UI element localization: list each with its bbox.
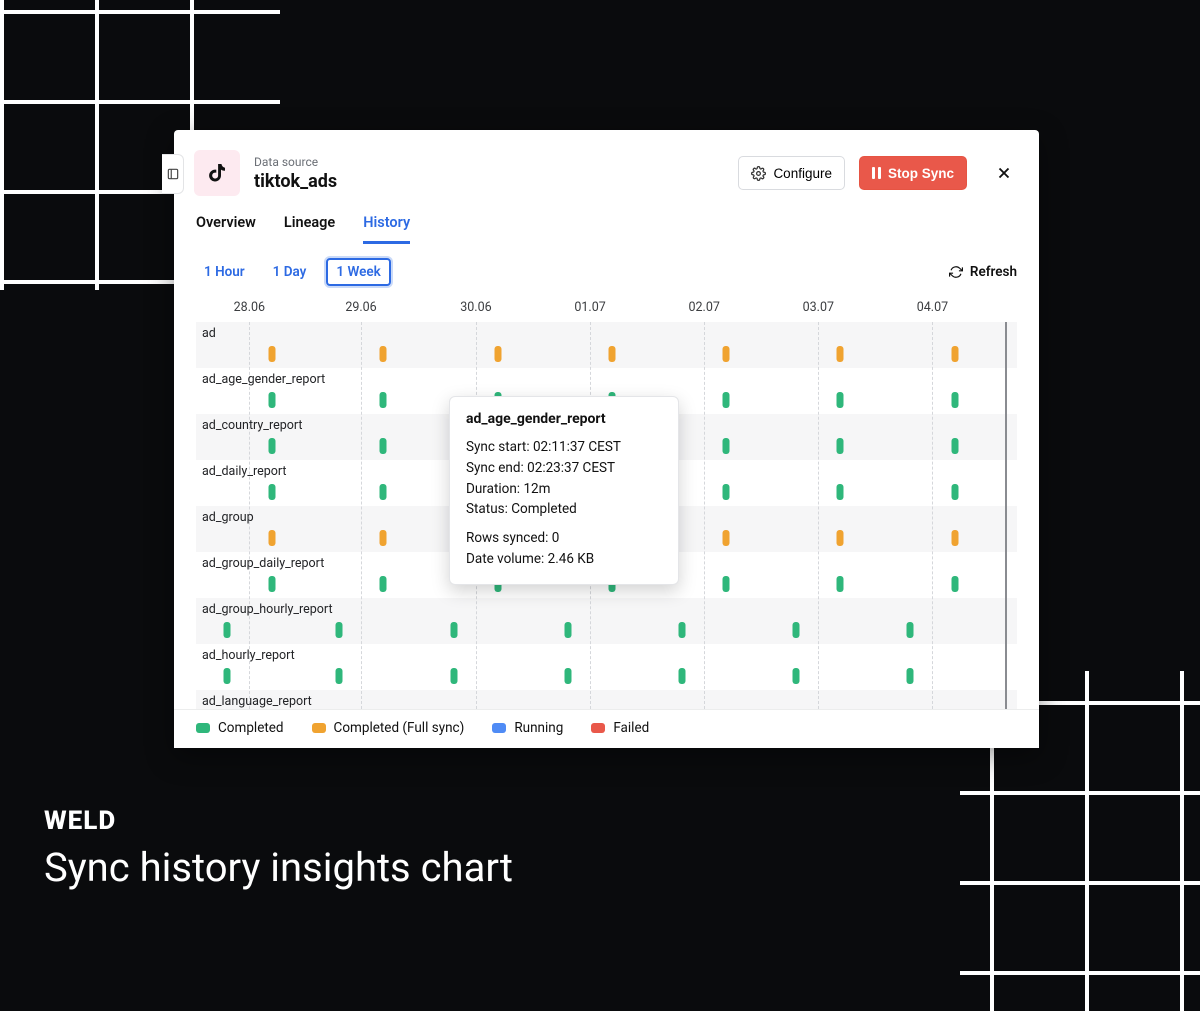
sync-marker[interactable] bbox=[380, 392, 387, 408]
sync-marker[interactable] bbox=[951, 346, 958, 362]
range-1day[interactable]: 1 Day bbox=[265, 260, 315, 284]
tab-bar: Overview Lineage History bbox=[174, 208, 1039, 244]
sync-marker[interactable] bbox=[837, 484, 844, 500]
sync-marker[interactable] bbox=[951, 438, 958, 454]
sync-marker[interactable] bbox=[495, 346, 502, 362]
row-label: ad_group_hourly_report bbox=[202, 602, 333, 617]
sync-tooltip: ad_age_gender_report Sync start: 02:11:3… bbox=[449, 396, 679, 585]
sync-marker[interactable] bbox=[224, 622, 231, 638]
row-label: ad_language_report bbox=[202, 694, 312, 709]
tooltip-title: ad_age_gender_report bbox=[466, 409, 662, 431]
sync-marker[interactable] bbox=[723, 392, 730, 408]
data-source-panel: Data source tiktok_ads Configure Stop Sy… bbox=[174, 130, 1039, 748]
date-tick: 03.07 bbox=[803, 300, 834, 315]
date-tick: 28.06 bbox=[234, 300, 265, 315]
sync-marker[interactable] bbox=[268, 530, 275, 546]
sync-marker[interactable] bbox=[837, 346, 844, 362]
date-tick: 30.06 bbox=[460, 300, 491, 315]
stop-sync-button[interactable]: Stop Sync bbox=[859, 156, 967, 190]
data-source-name: tiktok_ads bbox=[254, 171, 337, 192]
range-1hour[interactable]: 1 Hour bbox=[196, 260, 253, 284]
sync-marker[interactable] bbox=[907, 622, 914, 638]
date-tick: 29.06 bbox=[345, 300, 376, 315]
tiktok-icon bbox=[194, 150, 240, 196]
sync-marker[interactable] bbox=[268, 438, 275, 454]
sync-marker[interactable] bbox=[224, 668, 231, 684]
date-tick: 02.07 bbox=[688, 300, 719, 315]
sync-marker[interactable] bbox=[951, 530, 958, 546]
sync-marker[interactable] bbox=[380, 346, 387, 362]
date-tick: 01.07 bbox=[574, 300, 605, 315]
legend-running: Running bbox=[492, 720, 563, 736]
pause-icon bbox=[872, 167, 881, 179]
sync-marker[interactable] bbox=[609, 346, 616, 362]
sync-marker[interactable] bbox=[951, 576, 958, 592]
sync-marker[interactable] bbox=[380, 438, 387, 454]
sync-marker[interactable] bbox=[335, 622, 342, 638]
legend-completed-full: Completed (Full sync) bbox=[312, 720, 465, 736]
sync-marker[interactable] bbox=[268, 576, 275, 592]
sync-marker[interactable] bbox=[564, 668, 571, 684]
sync-marker[interactable] bbox=[450, 668, 457, 684]
legend-failed: Failed bbox=[591, 720, 649, 736]
sync-marker[interactable] bbox=[268, 484, 275, 500]
table-row: ad bbox=[196, 322, 1017, 368]
sync-marker[interactable] bbox=[679, 668, 686, 684]
time-range-group: 1 Hour 1 Day 1 Week bbox=[196, 258, 391, 286]
refresh-icon bbox=[949, 265, 963, 279]
sync-marker[interactable] bbox=[723, 576, 730, 592]
sync-marker[interactable] bbox=[564, 622, 571, 638]
row-label: ad_hourly_report bbox=[202, 648, 295, 663]
close-icon bbox=[995, 164, 1013, 182]
sync-marker[interactable] bbox=[837, 392, 844, 408]
row-label: ad_daily_report bbox=[202, 464, 287, 479]
tab-overview[interactable]: Overview bbox=[196, 214, 256, 244]
row-label: ad bbox=[202, 326, 216, 341]
close-button[interactable] bbox=[991, 160, 1017, 186]
sync-marker[interactable] bbox=[679, 622, 686, 638]
sync-marker[interactable] bbox=[837, 438, 844, 454]
sync-marker[interactable] bbox=[268, 346, 275, 362]
sync-marker[interactable] bbox=[723, 346, 730, 362]
sync-marker[interactable] bbox=[380, 576, 387, 592]
brand-name: WELD bbox=[44, 806, 513, 836]
sync-marker[interactable] bbox=[723, 484, 730, 500]
tab-lineage[interactable]: Lineage bbox=[284, 214, 335, 244]
gear-icon bbox=[751, 166, 766, 181]
row-label: ad_group bbox=[202, 510, 254, 525]
page-subtitle: Sync history insights chart bbox=[44, 844, 513, 891]
range-1week[interactable]: 1 Week bbox=[326, 258, 390, 286]
sync-marker[interactable] bbox=[380, 530, 387, 546]
tab-history[interactable]: History bbox=[363, 214, 410, 244]
sync-marker[interactable] bbox=[907, 668, 914, 684]
sync-marker[interactable] bbox=[268, 392, 275, 408]
date-tick: 04.07 bbox=[917, 300, 948, 315]
sync-marker[interactable] bbox=[335, 668, 342, 684]
dock-toggle-button[interactable] bbox=[162, 154, 184, 194]
table-row: ad_group_hourly_report bbox=[196, 598, 1017, 644]
sync-marker[interactable] bbox=[723, 530, 730, 546]
sync-marker[interactable] bbox=[450, 622, 457, 638]
row-label: ad_group_daily_report bbox=[202, 556, 324, 571]
sync-marker[interactable] bbox=[380, 484, 387, 500]
sync-marker[interactable] bbox=[951, 484, 958, 500]
legend-completed: Completed bbox=[196, 720, 284, 736]
configure-button[interactable]: Configure bbox=[738, 156, 845, 190]
legend: Completed Completed (Full sync) Running … bbox=[174, 709, 1039, 748]
sync-marker[interactable] bbox=[793, 668, 800, 684]
table-row: ad_hourly_report bbox=[196, 644, 1017, 690]
sync-marker[interactable] bbox=[837, 530, 844, 546]
data-source-label: Data source bbox=[254, 155, 337, 169]
row-label: ad_age_gender_report bbox=[202, 372, 325, 387]
sync-history-chart: 28.06 29.06 30.06 01.07 02.07 03.07 04.07 ad ad… bbox=[174, 296, 1039, 709]
sync-marker[interactable] bbox=[723, 438, 730, 454]
table-row: ad_language_report bbox=[196, 690, 1017, 709]
sync-marker[interactable] bbox=[793, 622, 800, 638]
sync-marker[interactable] bbox=[951, 392, 958, 408]
sync-marker[interactable] bbox=[837, 576, 844, 592]
row-label: ad_country_report bbox=[202, 418, 302, 433]
refresh-button[interactable]: Refresh bbox=[949, 264, 1017, 280]
